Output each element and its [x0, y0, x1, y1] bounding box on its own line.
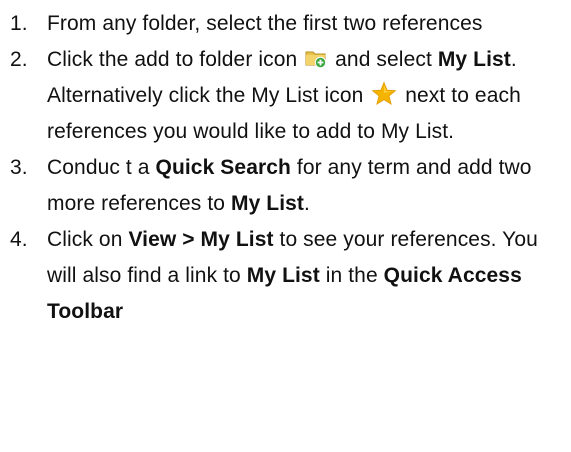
- instruction-list: 1. From any folder, select the first two…: [0, 6, 571, 330]
- step-text: From any folder, select the first two re…: [47, 12, 483, 35]
- step-number: 3.: [10, 156, 28, 179]
- my-list-label: My List: [230, 192, 305, 215]
- step-2: 2. Click the add to folder icon and sele…: [0, 42, 571, 150]
- step-text: in the: [325, 264, 378, 287]
- instructions-document: 1. From any folder, select the first two…: [0, 0, 571, 452]
- my-list-label: My List: [246, 264, 320, 287]
- step-text: .: [304, 192, 310, 215]
- my-list-label: My List: [437, 48, 511, 71]
- step-3: 3. Conduc t a Quick Search for any term …: [0, 150, 571, 222]
- step-number: 4.: [10, 228, 28, 251]
- step-4: 4. Click on View > My List to see your r…: [0, 222, 571, 330]
- step-number: 2.: [10, 48, 28, 71]
- my-list-star-icon: [371, 81, 397, 107]
- step-text: Click the add to folder icon: [47, 48, 298, 71]
- add-to-folder-icon: [305, 47, 327, 69]
- quick-search-label: Quick Search: [155, 156, 291, 179]
- step-1: 1. From any folder, select the first two…: [0, 6, 571, 42]
- step-text: Conduc t a: [47, 156, 150, 179]
- step-text: Click on: [47, 228, 123, 251]
- view-my-list-label: View > My List: [128, 228, 274, 251]
- step-text: and select: [335, 48, 432, 71]
- step-number: 1.: [10, 12, 28, 35]
